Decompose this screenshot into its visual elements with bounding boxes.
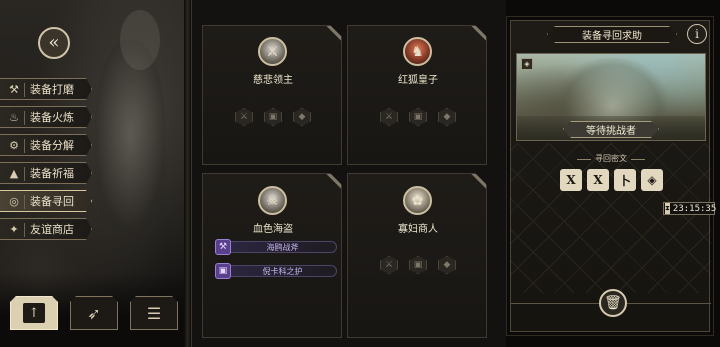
merchant-portrait-icon: ✿ <box>403 186 432 215</box>
tab-feather[interactable]: ➶ <box>70 296 118 330</box>
accessory-slot-icon: ◆ <box>438 108 456 126</box>
armor-slot-icon: ▣ <box>409 256 427 274</box>
rune-x-icon[interactable]: X <box>587 169 609 191</box>
boss-name: 红狐皇子 <box>398 75 438 86</box>
boss-card-red-fox-prince[interactable]: ♞ 红狐皇子 ⚔ ▣ ◆ <box>347 25 487 165</box>
back-button[interactable]: « <box>38 27 70 59</box>
countdown-timer: ⧗ 23:15:35 <box>663 202 717 215</box>
equipment-slots: ⚔ ▣ ◆ <box>235 108 311 126</box>
status-badge: 等待挑战者 <box>563 121 659 138</box>
flame-icon: ♨ <box>9 110 19 124</box>
sidebar-item-label: 友谊商店 <box>30 223 74 236</box>
stage-tag-icon: ◈ <box>521 58 533 70</box>
sidebar-item-retrieve[interactable]: ◎ 装备寻回 <box>0 190 92 212</box>
armor-icon: ▣ <box>215 263 231 279</box>
list-icon: ☰ <box>146 303 162 323</box>
lord-portrait-icon: ⚔ <box>258 37 287 66</box>
panel-title: 装备寻回求助 <box>547 26 677 43</box>
reward-label: 倪卡科之护 <box>228 265 337 277</box>
reward-label: 海鸥战斧 <box>228 241 337 253</box>
sidebar-item-label: 装备火炼 <box>30 111 74 124</box>
spiral-icon: ◎ <box>9 194 19 208</box>
axe-icon: ⚒ <box>215 239 231 255</box>
boss-card-crimson-pirate[interactable]: ☠ 血色海盗 ⚒ 海鸥战斧 ▣ 倪卡科之护 <box>202 173 342 338</box>
info-icon: i <box>695 27 699 41</box>
boss-card-widow-merchant[interactable]: ✿ 寡妇商人 ⚔ ▣ ◆ <box>347 173 487 338</box>
cipher-label: 寻回密文 <box>595 154 627 163</box>
creature-silhouette <box>95 40 165 230</box>
hammer-icon: ⚒ <box>9 82 19 96</box>
boss-name: 血色海盗 <box>253 224 293 235</box>
sidebar-item-forge[interactable]: ♨ 装备火炼 <box>0 106 92 128</box>
info-button[interactable]: i <box>687 24 707 44</box>
cipher-runes: X X 卜 ◈ <box>560 169 663 191</box>
boss-name: 慈悲领主 <box>253 75 293 86</box>
timer-value: 23:15:35 <box>672 203 717 214</box>
boss-card-merciful-lord[interactable]: ⚔ 慈悲领主 ⚔ ▣ ◆ <box>202 25 342 165</box>
hourglass-icon: ⧗ <box>665 203 670 214</box>
sidebar-item-label: 装备分解 <box>30 139 74 152</box>
broken-gear-icon: ⚙ <box>9 138 19 152</box>
delete-button[interactable]: 🗑 <box>599 289 627 317</box>
upload-icon: ↑ <box>23 303 45 323</box>
feather-icon: ➶ <box>87 303 101 323</box>
retrieve-help-panel: 装备寻回求助 i ◈ 等待挑战者 寻回密文 X X 卜 ◈ ⧗ 23:15:35… <box>510 20 716 332</box>
sidebar-item-label: 装备打磨 <box>30 83 74 96</box>
sidebar-item-polish[interactable]: ⚒ 装备打磨 <box>0 78 92 100</box>
rune-x-icon[interactable]: X <box>560 169 582 191</box>
pray-icon: ▲ <box>9 166 19 180</box>
accessory-slot-icon: ◆ <box>438 256 456 274</box>
sidebar-menu: ⚒ 装备打磨 ♨ 装备火炼 ⚙ 装备分解 ▲ 装备祈福 ◎ 装备寻回 ✦ 友谊商… <box>0 78 92 246</box>
sidebar-item-bless[interactable]: ▲ 装备祈福 <box>0 162 92 184</box>
pirate-portrait-icon: ☠ <box>258 186 287 215</box>
equipment-slots: ⚔ ▣ ◆ <box>380 108 456 126</box>
armor-slot-icon: ▣ <box>409 108 427 126</box>
accessory-slot-icon: ◆ <box>293 108 311 126</box>
equipment-slots: ⚔ ▣ ◆ <box>380 256 456 274</box>
boss-name: 寡妇商人 <box>398 224 438 235</box>
trash-icon: 🗑 <box>604 295 622 311</box>
sidebar-item-dismantle[interactable]: ⚙ 装备分解 <box>0 134 92 156</box>
fox-icon: ✦ <box>9 222 19 236</box>
double-chevron-left-icon: « <box>48 32 60 53</box>
reward-item-nikako-guard[interactable]: ▣ 倪卡科之护 <box>215 263 337 279</box>
weapon-slot-icon: ⚔ <box>380 256 398 274</box>
bottom-tab-bar: ↑ ➶ ☰ <box>10 296 178 330</box>
panel-divider <box>184 0 192 347</box>
tab-upload[interactable]: ↑ <box>10 296 58 330</box>
sidebar-item-label: 装备祈福 <box>30 167 74 180</box>
armor-slot-icon: ▣ <box>264 108 282 126</box>
rune-bu-icon[interactable]: 卜 <box>614 169 636 191</box>
boss-card-grid: ⚔ 慈悲领主 ⚔ ▣ ◆ ♞ 红狐皇子 ⚔ ▣ ◆ ☠ 血色海盗 ⚒ 海鸥战斧 … <box>192 0 506 347</box>
weapon-slot-icon: ⚔ <box>235 108 253 126</box>
sidebar-item-label: 装备寻回 <box>30 195 74 208</box>
weapon-slot-icon: ⚔ <box>380 108 398 126</box>
creature-head-silhouette <box>120 10 160 70</box>
red-fox-portrait-icon: ♞ <box>403 37 432 66</box>
sidebar-item-friendship-shop[interactable]: ✦ 友谊商店 <box>0 218 92 240</box>
tab-list[interactable]: ☰ <box>130 296 178 330</box>
reward-item-seagull-axe[interactable]: ⚒ 海鸥战斧 <box>215 239 337 255</box>
rune-diamond-icon[interactable]: ◈ <box>641 169 663 191</box>
